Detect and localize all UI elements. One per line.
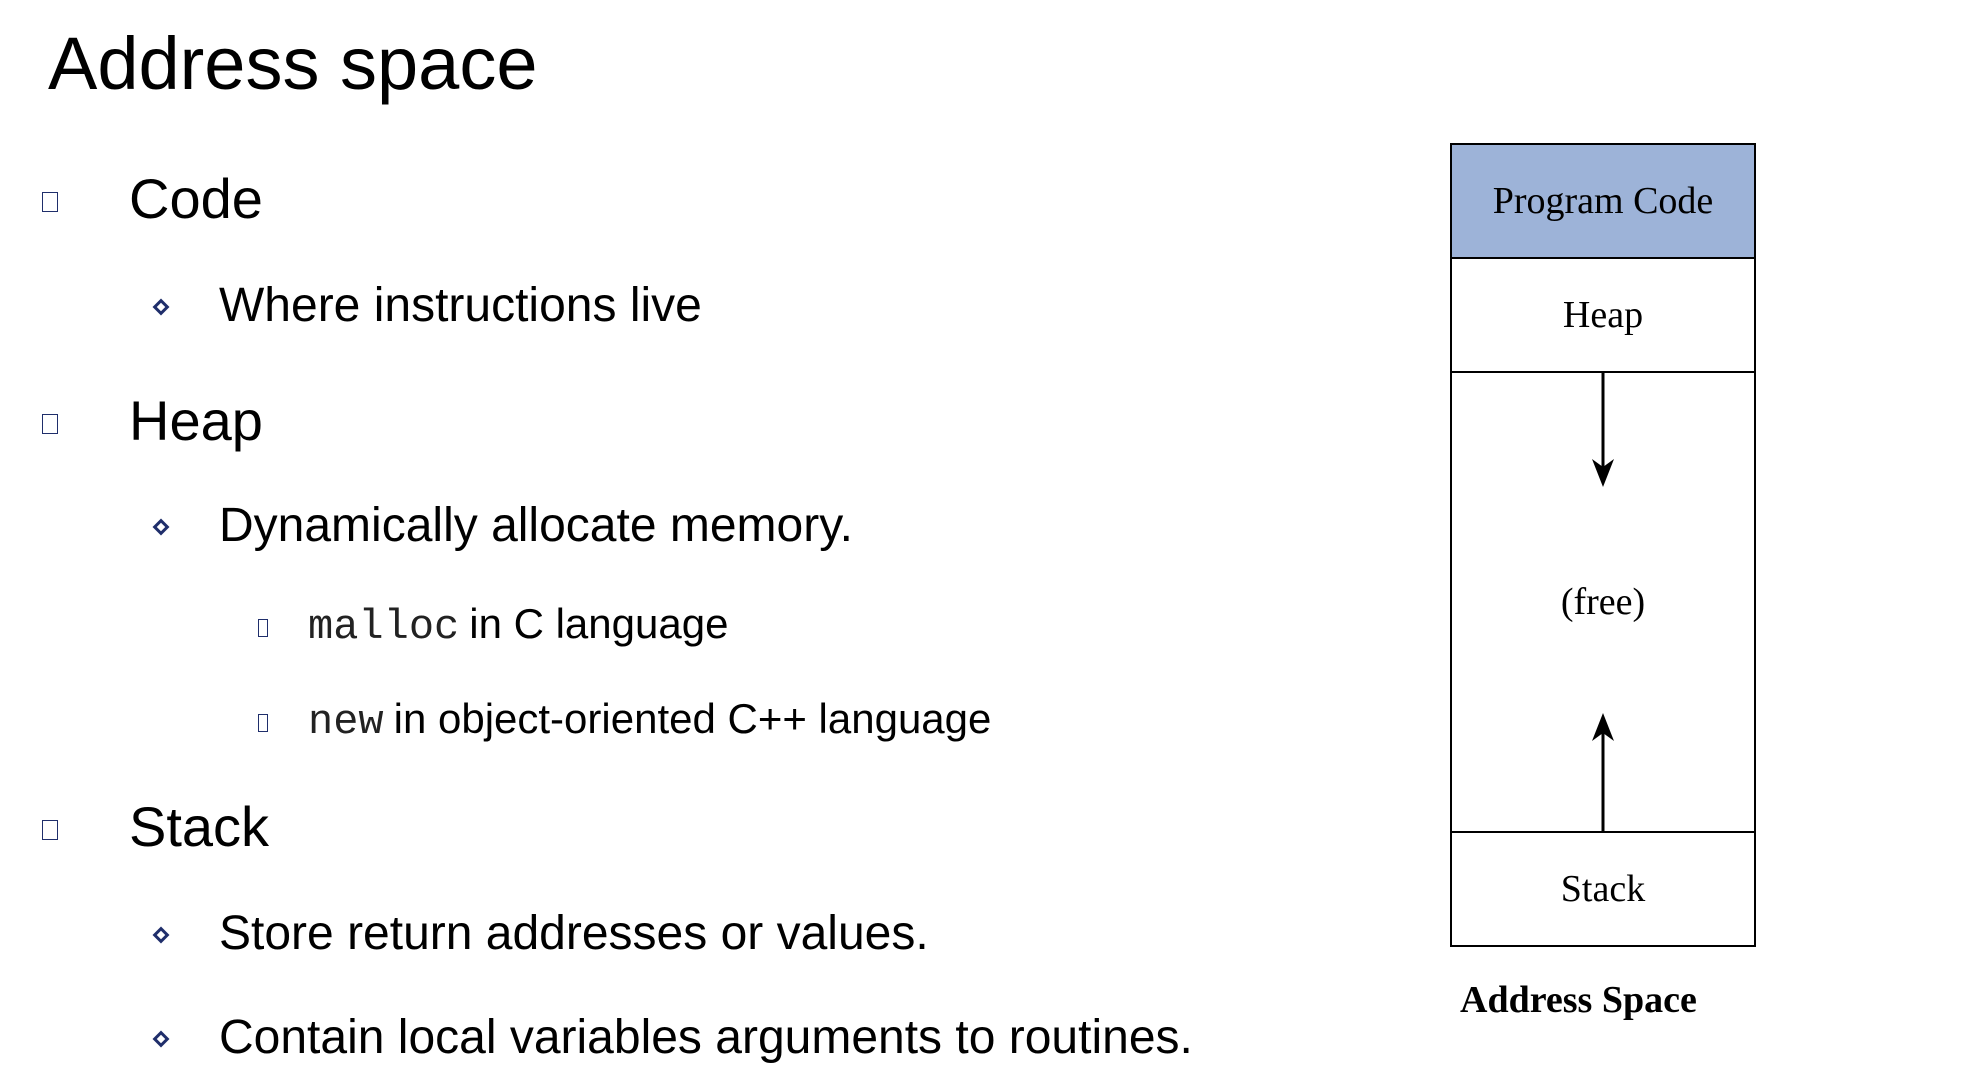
- diamond-bullet-icon: [152, 518, 170, 536]
- slide-title: Address space: [48, 22, 538, 105]
- diamond-bullet-icon: [152, 926, 170, 944]
- small-box-bullet-icon: [258, 714, 268, 732]
- bullet-stack: Stack: [42, 786, 269, 866]
- sub-sub-bullet: new in object-oriented C++ language: [258, 690, 991, 750]
- segment-heap: Heap: [1450, 257, 1756, 373]
- bullet-code: Code: [42, 158, 263, 238]
- sub-bullet: Dynamically allocate memory.: [152, 490, 853, 560]
- bullet-label: Stack: [129, 794, 270, 858]
- diagram-caption: Address Space: [1460, 979, 1697, 1021]
- square-bullet-icon: [42, 820, 58, 840]
- diamond-bullet-icon: [152, 298, 170, 316]
- code-term: new: [308, 697, 384, 746]
- segment-program-code: Program Code: [1450, 143, 1756, 259]
- sub-bullet-label: Store return addresses or values.: [219, 906, 929, 960]
- sub-bullet: Store return addresses or values.: [152, 898, 929, 968]
- sub-sub-bullet-text: in object-oriented C++ language: [393, 694, 992, 742]
- sub-bullet-label: Contain local variables arguments to rou…: [219, 1010, 1193, 1064]
- code-term: malloc: [308, 602, 460, 651]
- address-space-diagram: Program Code Heap (free) Stack: [1450, 143, 1756, 947]
- diamond-bullet-icon: [152, 1030, 170, 1048]
- sub-bullet: Where instructions live: [152, 270, 702, 340]
- sub-sub-bullet-label: malloc in C language: [308, 600, 728, 651]
- square-bullet-icon: [42, 192, 58, 212]
- square-bullet-icon: [42, 414, 58, 434]
- sub-sub-bullet-label: new in object-oriented C++ language: [308, 695, 991, 746]
- sub-sub-bullet: malloc in C language: [258, 595, 728, 655]
- segment-free: (free): [1450, 371, 1756, 833]
- bullet-label: Heap: [129, 388, 263, 452]
- bullet-heap: Heap: [42, 380, 263, 460]
- small-box-bullet-icon: [258, 619, 268, 637]
- sub-bullet: Contain local variables arguments to rou…: [152, 1002, 1193, 1072]
- sub-sub-bullet-text: in C language: [469, 599, 729, 647]
- segment-stack: Stack: [1450, 831, 1756, 947]
- sub-bullet-label: Where instructions live: [219, 278, 702, 332]
- sub-bullet-label: Dynamically allocate memory.: [219, 498, 853, 552]
- bullet-label: Code: [129, 166, 263, 230]
